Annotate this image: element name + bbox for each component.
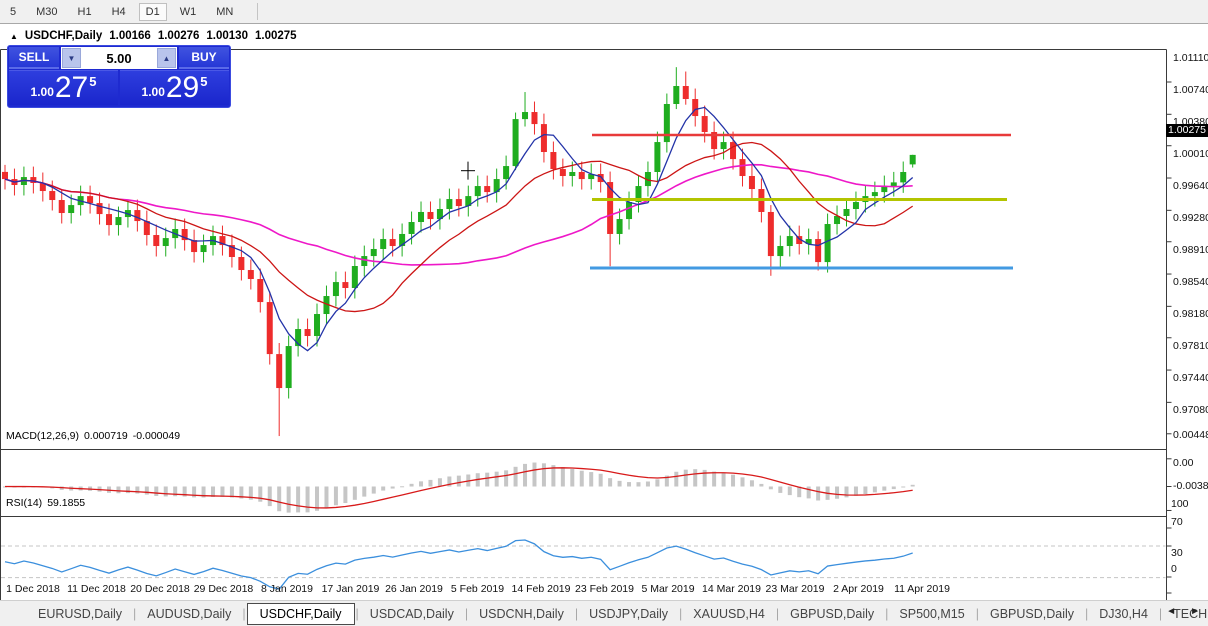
chart-canvas[interactable] [0,24,1208,626]
volume-spinner: ▼ ▲ [61,47,177,69]
sell-pips: 27 [54,71,89,104]
timeframe-button-w1[interactable]: W1 [173,3,204,21]
chart-tab-xauusd-h4[interactable]: XAUUSD,H4 [683,604,775,624]
timeframe-button-5[interactable]: 5 [3,3,23,21]
sell-point: 5 [89,74,97,89]
chart-tab-usdcnh-daily[interactable]: USDCNH,Daily [469,604,574,624]
tab-divider: | [775,606,780,621]
chart-tab-usdjpy-daily[interactable]: USDJPY,Daily [579,604,678,624]
volume-input[interactable] [81,48,157,68]
tab-divider: | [574,606,579,621]
bar-high: 1.00276 [157,30,200,42]
timeframe-button-mn[interactable]: MN [209,3,240,21]
macd-signal-value: -0.000049 [132,430,181,442]
tab-divider: | [133,606,137,621]
sell-button[interactable]: SELL [9,47,59,69]
chart-window [0,24,1208,608]
chart-tab-sp500-m15[interactable]: SP500,M15 [889,604,974,624]
rsi-value: 59.1855 [47,497,86,509]
timeframe-button-h4[interactable]: H4 [105,3,133,21]
macd-signal-line [4,467,913,509]
chart-tab-audusd-daily[interactable]: AUDUSD,Daily [137,604,241,624]
one-click-trading-panel: SELL ▼ ▲ BUY 1.00 27 5 1.00 29 5 [7,45,231,108]
chart-tab-bar: EURUSD,Daily | AUDUSD,Daily | USDCHF,Daily | U… [0,600,1208,626]
tab-divider: | [355,606,359,621]
rsi-indicator-label: RSI(14) 59.1855 [6,497,85,509]
timeframe-button-m30[interactable]: M30 [29,3,64,21]
toolbar-separator [257,3,259,20]
chart-tab-dj30-h4[interactable]: DJ30,H4 [1089,604,1158,624]
tab-scroll-left-button[interactable]: ◄ [1166,606,1176,617]
macd-name: MACD(12,26,9) [6,430,79,442]
tab-divider: | [679,606,683,621]
tab-divider: | [1085,606,1089,621]
macd-value: 0.000719 [83,430,128,442]
buy-pips: 29 [165,71,200,104]
chart-tab-gbpusd-daily[interactable]: GBPUSD,Daily [980,604,1084,624]
symbol-header: ▲ USDCHF,Daily 1.00166 1.00276 1.00130 1… [10,30,297,42]
buy-price-button[interactable]: 1.00 29 5 [120,70,229,105]
tab-divider: | [885,606,889,621]
volume-decrease-button[interactable]: ▼ [62,48,81,68]
tab-scroll-right-button[interactable]: ► [1190,606,1200,617]
buy-button[interactable]: BUY [179,47,229,69]
macd-histogram [3,462,915,513]
tab-divider: | [1158,606,1163,621]
timeframe-button-h1[interactable]: H1 [71,3,99,21]
bar-close: 1.00275 [254,30,297,42]
volume-increase-button[interactable]: ▲ [157,48,176,68]
tab-divider: | [975,606,979,621]
buy-point: 5 [200,74,208,89]
ma-fast-line [4,106,914,352]
macd-indicator-label: MACD(12,26,9) 0.000719 -0.000049 [6,430,180,442]
candlestick-series [2,67,916,437]
timeframe-button-d1[interactable]: D1 [138,2,167,21]
buy-big-figure: 1.00 [141,85,165,99]
symbol-name: USDCHF,Daily [24,30,103,42]
timeframe-toolbar: 5 M30 H1 H4 D1 W1 MN [0,0,1208,24]
sell-big-figure: 1.00 [30,85,54,99]
chart-tab-eurusd-daily[interactable]: EURUSD,Daily [28,604,132,624]
chart-tab-gbpusd-daily[interactable]: GBPUSD,Daily [780,604,884,624]
chart-tab-usdchf-daily[interactable]: USDCHF,Daily [246,602,355,625]
bar-low: 1.00130 [206,30,248,42]
rsi-name: RSI(14) [6,497,43,509]
rsi-line [4,539,913,590]
current-price-tag: 1.00275 [1166,124,1208,138]
tab-divider: | [242,606,246,621]
tab-divider: | [464,606,469,621]
bar-open: 1.00166 [109,30,151,42]
collapse-arrow-icon[interactable]: ▲ [10,32,18,41]
chart-tab-usdcad-daily[interactable]: USDCAD,Daily [360,604,464,624]
sell-price-button[interactable]: 1.00 27 5 [9,70,118,105]
